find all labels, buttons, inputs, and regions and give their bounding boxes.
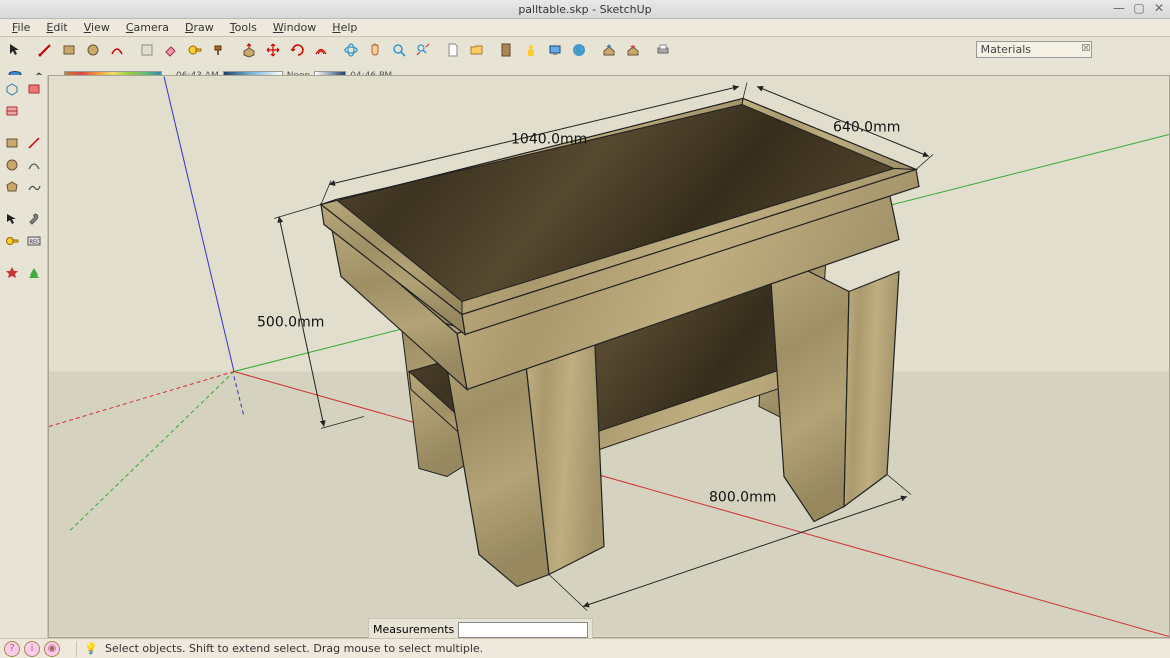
earth-tool[interactable] xyxy=(568,39,590,61)
menu-window[interactable]: Window xyxy=(265,21,324,34)
measurements-input[interactable] xyxy=(458,622,588,638)
vcircle-tool[interactable] xyxy=(2,155,22,175)
vfree-tool[interactable] xyxy=(24,177,44,197)
offset-tool[interactable] xyxy=(310,39,332,61)
warehouse-down-tool[interactable] xyxy=(622,39,644,61)
menu-view[interactable]: View xyxy=(76,21,118,34)
menu-file[interactable]: File xyxy=(4,21,38,34)
warehouse-tool[interactable] xyxy=(598,39,620,61)
bulb-icon[interactable]: 💡 xyxy=(83,642,99,655)
tape2-tool[interactable] xyxy=(2,231,22,251)
rec-tool[interactable]: REC xyxy=(24,231,44,251)
viewport-svg: 1040.0mm 640.0mm 500.0mm 800.0mm xyxy=(49,76,1169,637)
menu-draw[interactable]: Draw xyxy=(177,21,222,34)
vertical-toolbar: REC xyxy=(0,75,48,638)
wrench-tool[interactable] xyxy=(24,209,44,229)
select2-tool[interactable] xyxy=(2,209,22,229)
close-button[interactable]: ✕ xyxy=(1152,2,1166,16)
titlebar: palltable.skp - SketchUp — ▢ ✕ xyxy=(0,0,1170,19)
star-tool[interactable] xyxy=(2,263,22,283)
menubar: File Edit View Camera Draw Tools Window … xyxy=(0,19,1170,37)
person-icon[interactable]: ◉ xyxy=(44,641,60,657)
dim-width: 1040.0mm xyxy=(511,132,587,148)
window-title: palltable.skp - SketchUp xyxy=(518,3,651,16)
statusbar: ? i ◉ 💡 Select objects. Shift to extend … xyxy=(0,638,1170,658)
menu-camera[interactable]: Camera xyxy=(118,21,177,34)
varc-tool[interactable] xyxy=(24,155,44,175)
toolbar-row-1: Materials ⮽ xyxy=(0,37,1170,63)
iso-tool[interactable] xyxy=(2,79,22,99)
info-icon[interactable]: i xyxy=(24,641,40,657)
viewport[interactable]: 1040.0mm 640.0mm 500.0mm 800.0mm xyxy=(48,75,1170,638)
menu-help[interactable]: Help xyxy=(324,21,365,34)
circle-tool[interactable] xyxy=(82,39,104,61)
section-tool[interactable] xyxy=(24,79,44,99)
person-tool[interactable] xyxy=(520,39,542,61)
vrect-tool[interactable] xyxy=(2,133,22,153)
zoom-tool[interactable] xyxy=(388,39,410,61)
main-area: REC xyxy=(0,75,1170,638)
dim-height: 500.0mm xyxy=(257,315,324,331)
open-tool[interactable] xyxy=(466,39,488,61)
measurements-label: Measurements xyxy=(373,623,454,636)
tree-tool[interactable] xyxy=(24,263,44,283)
pan-tool[interactable] xyxy=(364,39,386,61)
move-tool[interactable] xyxy=(262,39,284,61)
rectangle-tool[interactable] xyxy=(58,39,80,61)
model-info-tool[interactable] xyxy=(496,39,518,61)
status-hint: Select objects. Shift to extend select. … xyxy=(99,642,483,655)
section-cut-tool[interactable] xyxy=(2,101,22,121)
select-tool[interactable] xyxy=(4,39,26,61)
rotate-tool[interactable] xyxy=(286,39,308,61)
zoom-extents-tool[interactable] xyxy=(412,39,434,61)
svg-text:REC: REC xyxy=(30,240,41,246)
measurements-box: Measurements xyxy=(368,618,593,640)
print-tool[interactable] xyxy=(652,39,674,61)
display-tool[interactable] xyxy=(544,39,566,61)
arc-tool[interactable] xyxy=(106,39,128,61)
line-tool[interactable] xyxy=(34,39,56,61)
eraser-tool[interactable] xyxy=(160,39,182,61)
orbit-tool[interactable] xyxy=(340,39,362,61)
component-tool[interactable] xyxy=(136,39,158,61)
menu-edit[interactable]: Edit xyxy=(38,21,75,34)
minimize-button[interactable]: — xyxy=(1112,2,1126,16)
maximize-button[interactable]: ▢ xyxy=(1132,2,1146,16)
help-icon[interactable]: ? xyxy=(4,641,20,657)
menu-tools[interactable]: Tools xyxy=(222,21,265,34)
dim-depth: 640.0mm xyxy=(833,120,900,136)
tape-tool[interactable] xyxy=(184,39,206,61)
vpoly-tool[interactable] xyxy=(2,177,22,197)
new-tool[interactable] xyxy=(442,39,464,61)
materials-tray-label[interactable]: Materials xyxy=(976,41,1092,58)
pushpull-tool[interactable] xyxy=(238,39,260,61)
tray-close-icon[interactable]: ⮽ xyxy=(1082,43,1090,54)
dim-legspan: 800.0mm xyxy=(709,490,776,506)
paint-tool[interactable] xyxy=(208,39,230,61)
vline-tool[interactable] xyxy=(24,133,44,153)
